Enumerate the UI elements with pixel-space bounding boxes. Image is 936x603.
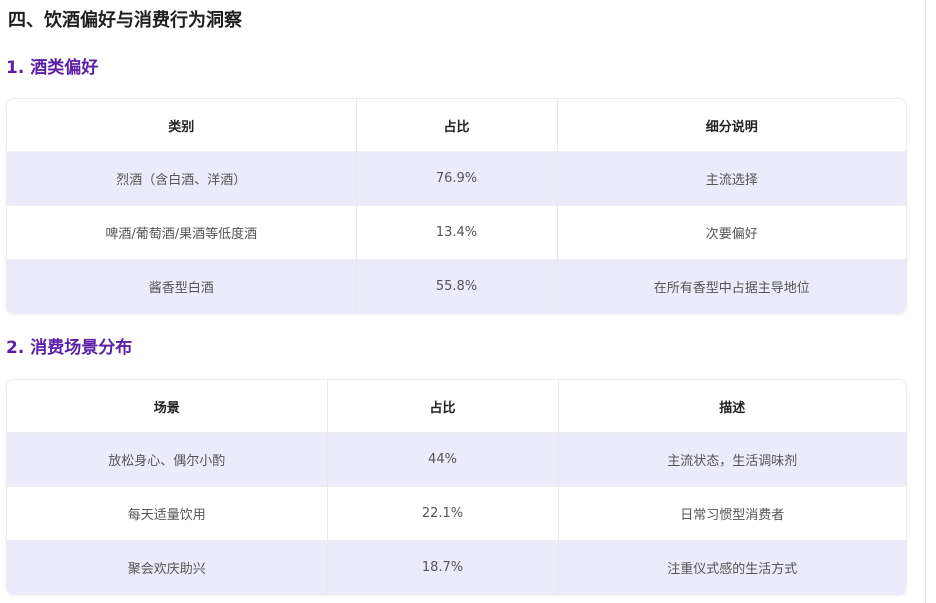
cell-share: 22.1% (327, 486, 559, 541)
table-row: 每天适量饮用 22.1% 日常习惯型消费者 (7, 486, 906, 541)
page-right-border (925, 0, 926, 603)
document-heading: 四、饮酒偏好与消费行为洞察 (8, 10, 242, 31)
table-row: 放松身心、偶尔小酌 44% 主流状态，生活调味剂 (7, 432, 906, 487)
column-header-scene: 场景 (7, 380, 328, 433)
table-row: 酱香型白酒 55.8% 在所有香型中占据主导地位 (7, 259, 906, 313)
table-row: 聚会欢庆助兴 18.7% 注重仪式感的生活方式 (7, 540, 906, 594)
table-row: 烈酒（含白酒、洋酒） 76.9% 主流选择 (7, 151, 906, 206)
cell-detail: 次要偏好 (557, 205, 906, 260)
cell-share: 44% (327, 432, 559, 487)
column-header-category: 类别 (7, 99, 357, 152)
section-title-consumption-scenes: 2. 消费场景分布 (6, 338, 133, 358)
cell-share: 13.4% (356, 205, 558, 260)
cell-share: 18.7% (327, 540, 559, 594)
cell-scene: 聚会欢庆助兴 (7, 540, 328, 594)
consumption-scene-table: 场景 占比 描述 放松身心、偶尔小酌 44% 主流状态，生活调味剂 每天适量饮用… (6, 379, 907, 595)
cell-detail: 主流选择 (557, 151, 906, 206)
table-header-row: 场景 占比 描述 (7, 380, 906, 433)
cell-category: 酱香型白酒 (7, 259, 357, 313)
table-row: 啤酒/葡萄酒/果酒等低度酒 13.4% 次要偏好 (7, 205, 906, 260)
cell-share: 76.9% (356, 151, 558, 206)
cell-scene: 每天适量饮用 (7, 486, 328, 541)
cell-category: 烈酒（含白酒、洋酒） (7, 151, 357, 206)
table-header-row: 类别 占比 细分说明 (7, 99, 906, 152)
cell-description: 注重仪式感的生活方式 (558, 540, 906, 594)
column-header-share: 占比 (327, 380, 559, 433)
section-title-drink-preference: 1. 酒类偏好 (6, 58, 99, 78)
cell-share: 55.8% (356, 259, 558, 313)
column-header-share: 占比 (356, 99, 558, 152)
cell-description: 日常习惯型消费者 (558, 486, 906, 541)
cell-category: 啤酒/葡萄酒/果酒等低度酒 (7, 205, 357, 260)
column-header-description: 描述 (558, 380, 906, 433)
cell-scene: 放松身心、偶尔小酌 (7, 432, 328, 487)
cell-description: 主流状态，生活调味剂 (558, 432, 906, 487)
cell-detail: 在所有香型中占据主导地位 (557, 259, 906, 313)
column-header-detail: 细分说明 (557, 99, 906, 152)
drink-preference-table: 类别 占比 细分说明 烈酒（含白酒、洋酒） 76.9% 主流选择 啤酒/葡萄酒/… (6, 98, 907, 314)
